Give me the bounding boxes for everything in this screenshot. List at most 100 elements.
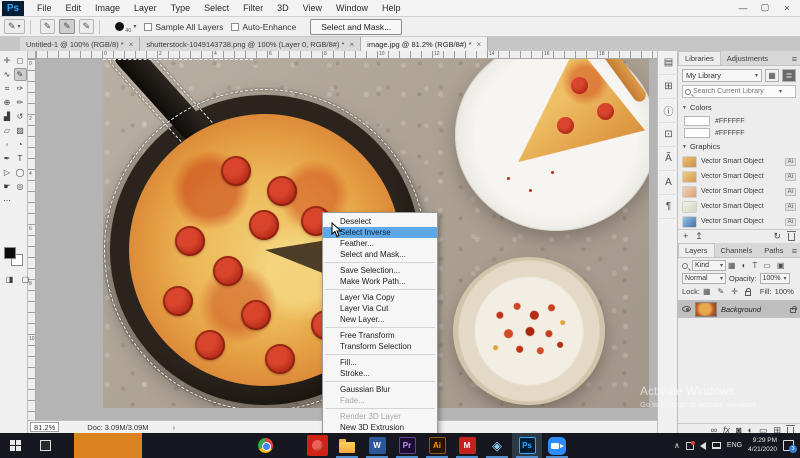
lock-pixels-icon[interactable]: ✎ xyxy=(718,287,725,296)
glyphs-icon[interactable]: Ã xyxy=(658,147,679,171)
sync-icon[interactable]: ↻ xyxy=(773,232,781,241)
vertical-ruler[interactable]: 0 2 4 6 8 10 xyxy=(28,59,36,420)
photoshop-taskbar-icon[interactable]: Ps xyxy=(512,433,542,458)
lock-transparency-icon[interactable]: ▦ xyxy=(703,287,711,296)
library-search-field[interactable]: ▾ xyxy=(682,85,796,98)
lock-position-icon[interactable]: ✛ xyxy=(731,287,738,296)
gradient-tool[interactable]: ▨ xyxy=(14,124,27,137)
search-input[interactable] xyxy=(693,88,777,95)
start-button[interactable] xyxy=(0,433,30,458)
library-item[interactable]: Vector Smart Object Ai xyxy=(678,214,800,229)
subtract-selection-mode-button[interactable]: ✎ xyxy=(79,19,95,34)
context-item-select-and-mask[interactable]: Select and Mask... xyxy=(323,249,437,260)
white-swatch[interactable] xyxy=(684,128,710,138)
marquee-tool[interactable]: ◻ xyxy=(14,54,27,67)
chevron-down-icon[interactable]: ▾ xyxy=(133,23,136,30)
context-item-make-work-path[interactable]: Make Work Path... xyxy=(323,276,437,287)
layer-row-background[interactable]: Background xyxy=(678,300,800,318)
fill-value[interactable]: 100% xyxy=(775,287,794,296)
shape-tool[interactable]: ◯ xyxy=(14,166,27,179)
color-swatch-row[interactable]: #FFFFFF xyxy=(678,127,800,139)
tool-preset-picker[interactable]: ✎ ▾ xyxy=(4,19,25,34)
network-icon[interactable] xyxy=(712,442,721,449)
context-item-fill[interactable]: Fill... xyxy=(323,357,437,368)
minimize-button[interactable]: — xyxy=(732,0,754,15)
close-icon[interactable]: × xyxy=(349,40,354,49)
filter-type-icon[interactable]: T xyxy=(752,261,757,270)
status-chevron-icon[interactable]: › xyxy=(173,423,176,432)
context-item-layer-via-copy[interactable]: Layer Via Copy xyxy=(323,292,437,303)
type-tool[interactable]: T xyxy=(14,152,27,165)
screen-mode-button[interactable]: ▢ xyxy=(19,273,32,286)
restore-button[interactable]: ▢ xyxy=(754,0,776,15)
hidden-icons-chevron[interactable]: ∧ xyxy=(674,441,680,450)
edit-toolbar-icon[interactable]: ⋯ xyxy=(1,194,14,207)
word-taskbar-icon[interactable]: W xyxy=(362,433,392,458)
grid-view-button[interactable]: ▦ xyxy=(765,69,779,82)
action-center-icon[interactable]: 3 xyxy=(783,440,794,451)
library-select[interactable]: My Library ▾ xyxy=(682,69,762,82)
white-swatch[interactable] xyxy=(684,116,710,126)
context-item-new-layer[interactable]: New Layer... xyxy=(323,314,437,325)
filter-smart-icon[interactable]: ▣ xyxy=(777,261,785,270)
brush-tool[interactable]: ✏ xyxy=(14,96,27,109)
colors-section-header[interactable]: ▼ Colors xyxy=(678,100,800,115)
task-view-button[interactable] xyxy=(30,433,60,458)
paragraph-icon[interactable]: ¶ xyxy=(658,195,679,219)
file-explorer-taskbar-icon[interactable] xyxy=(332,433,362,458)
illustrator-taskbar-icon[interactable]: Ai xyxy=(422,433,452,458)
tray-app-icon[interactable] xyxy=(686,442,694,450)
upload-icon[interactable]: ↥ xyxy=(695,232,703,241)
menu-file[interactable]: File xyxy=(30,0,59,17)
tab-shutterstock[interactable]: shutterstock-1049143738.png @ 100% (Laye… xyxy=(140,37,361,51)
ruler-origin[interactable] xyxy=(28,51,36,59)
close-button[interactable]: × xyxy=(776,0,798,15)
horizontal-ruler[interactable]: 0 2 4 6 8 10 12 14 16 18 xyxy=(36,51,657,59)
language-indicator[interactable]: ENG xyxy=(727,442,742,449)
brush-size-picker[interactable] xyxy=(115,22,124,31)
add-to-selection-mode-button[interactable]: ✎ xyxy=(59,19,75,34)
eyedropper-tool[interactable]: ✑ xyxy=(14,82,27,95)
context-item-free-transform[interactable]: Free Transform xyxy=(323,330,437,341)
filter-pixel-icon[interactable]: ▦ xyxy=(728,261,736,270)
history-brush-tool[interactable]: ↺ xyxy=(14,110,27,123)
tab-paths[interactable]: Paths xyxy=(758,244,789,257)
eraser-tool[interactable]: ▱ xyxy=(1,124,14,137)
list-view-button[interactable]: ≣ xyxy=(782,69,796,82)
graphics-section-header[interactable]: ▼ Graphics xyxy=(678,139,800,154)
panel-menu-icon[interactable]: ≡ xyxy=(792,54,797,64)
new-selection-mode-button[interactable]: ✎ xyxy=(40,19,56,34)
opacity-select[interactable]: 100% ▾ xyxy=(760,273,790,284)
tab-untitled-1[interactable]: Untitled-1 @ 100% (RGB/8) * × xyxy=(20,37,140,51)
menu-layer[interactable]: Layer xyxy=(127,0,164,17)
close-icon[interactable]: × xyxy=(476,40,481,49)
notes-icon[interactable]: ⊡ xyxy=(658,123,679,147)
tab-image-jpg[interactable]: image.jpg @ 81.2% (RGB/8#) * × xyxy=(361,37,488,51)
speaker-icon[interactable] xyxy=(700,442,706,450)
path-selection-tool[interactable]: ▷ xyxy=(1,166,14,179)
sample-all-layers-checkbox[interactable] xyxy=(144,23,152,31)
swatches-icon[interactable]: ▤ xyxy=(658,51,679,75)
menu-3d[interactable]: 3D xyxy=(270,0,296,17)
color-swatch-row[interactable]: #FFFFFF xyxy=(678,115,800,127)
blend-mode-select[interactable]: Normal ▾ xyxy=(682,273,726,284)
menu-edit[interactable]: Edit xyxy=(59,0,89,17)
pen-tool[interactable]: ✒ xyxy=(1,152,14,165)
menu-view[interactable]: View xyxy=(296,0,329,17)
menu-filter[interactable]: Filter xyxy=(236,0,270,17)
taskbar-clock[interactable]: 9:29 PM 4/21/2020 xyxy=(748,437,777,455)
library-item[interactable]: Vector Smart Object Ai xyxy=(678,169,800,184)
3d-viewer-taskbar-icon[interactable]: ◈ xyxy=(482,433,512,458)
hand-tool[interactable]: ☛ xyxy=(1,180,14,193)
menu-help[interactable]: Help xyxy=(375,0,408,17)
premiere-taskbar-icon[interactable]: Pr xyxy=(392,433,422,458)
quick-selection-tool[interactable]: ✎ xyxy=(14,68,27,81)
dodge-tool[interactable]: ◔ xyxy=(14,138,27,151)
filter-group-icon[interactable]: ▭ xyxy=(763,261,771,270)
library-item[interactable]: Vector Smart Object Ai xyxy=(678,199,800,214)
context-item-save-selection[interactable]: Save Selection... xyxy=(323,265,437,276)
library-item[interactable]: Vector Smart Object Ai xyxy=(678,154,800,169)
background-lock-icon[interactable] xyxy=(790,308,796,313)
panel-menu-icon[interactable]: ≡ xyxy=(792,246,797,256)
clone-stamp-tool[interactable]: ▟ xyxy=(1,110,14,123)
